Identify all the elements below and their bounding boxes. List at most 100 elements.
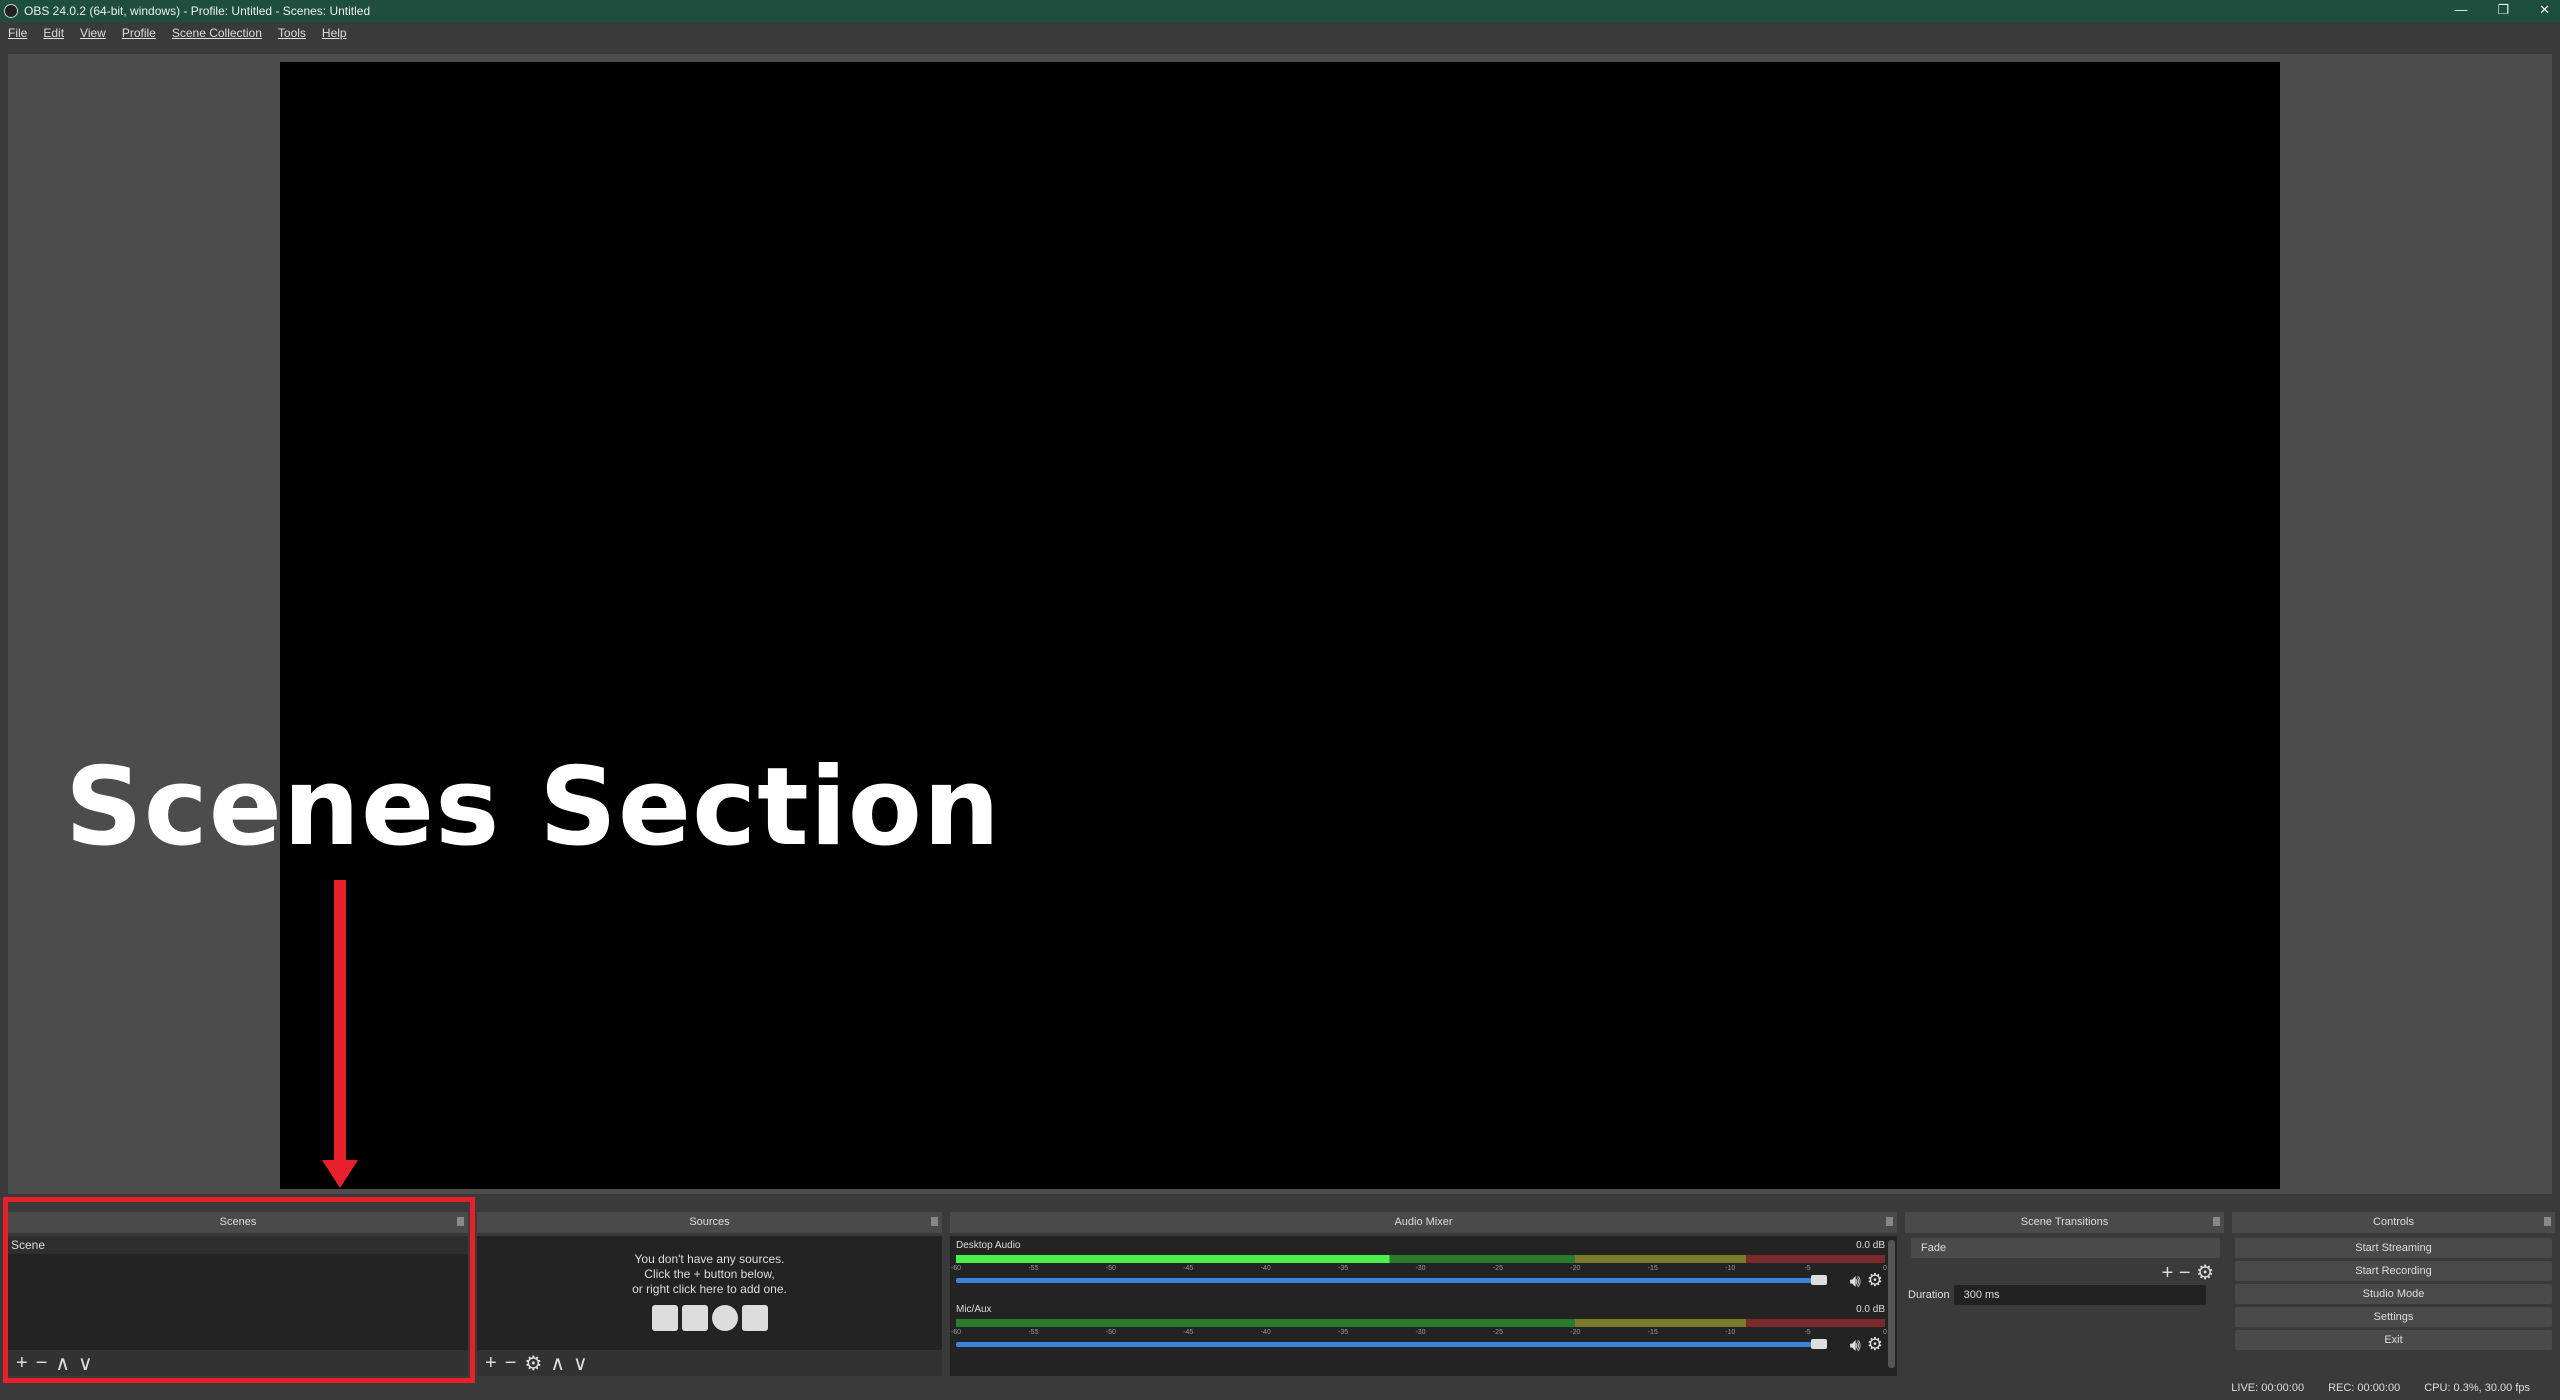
meter-segment xyxy=(956,1319,1576,1327)
sources-dock: Sources You don't have any sources. Clic… xyxy=(477,1212,942,1380)
controls-title: Controls xyxy=(2373,1216,2414,1228)
meter-tick-label: -35 xyxy=(1338,1265,1349,1272)
menu-scene-collection[interactable]: Scene Collection xyxy=(172,26,262,40)
menu-tools[interactable]: Tools xyxy=(278,26,306,40)
meter-ticks: -60 -55 -50 -45 -40 -35 -30 -25 -20 -15 -10 -5 0 xyxy=(951,1265,1887,1275)
speaker-icon[interactable]: 🔊︎ xyxy=(1850,1271,1861,1292)
volume-slider[interactable] xyxy=(956,1342,1825,1347)
start-recording-button[interactable]: Start Recording xyxy=(2235,1261,2552,1281)
annotation-highlight-box xyxy=(3,1197,475,1383)
controls-dock: Controls Start Streaming Start Recording… xyxy=(2232,1212,2555,1380)
menu-bar: File Edit View Profile Scene Collection … xyxy=(0,22,2560,44)
duration-label: Duration xyxy=(1908,1289,1950,1301)
add-transition-button[interactable]: + xyxy=(2162,1262,2174,1284)
level-meter xyxy=(956,1255,1885,1263)
meter-tick-label: -15 xyxy=(1647,1265,1658,1272)
meter-tick-label: -30 xyxy=(1415,1329,1426,1336)
sources-list[interactable]: You don't have any sources. Click the + … xyxy=(477,1236,942,1350)
meter-tick-label: -60 xyxy=(950,1265,962,1272)
restore-button[interactable]: ❐ xyxy=(2497,2,2509,18)
meter-tick-label: -5 xyxy=(1804,1329,1811,1336)
annotation-label: Scenes Section xyxy=(65,745,1001,870)
audio-mixer-dock: Audio Mixer Desktop Audio 0.0 dB -60 -55 -… xyxy=(950,1212,1897,1380)
float-icon[interactable] xyxy=(2544,1217,2551,1226)
transition-properties-button[interactable]: ⚙ xyxy=(2196,1262,2214,1284)
meter-tick-label: -25 xyxy=(1492,1329,1503,1336)
cpu-status: CPU: 0.3%, 30.00 fps xyxy=(2424,1382,2530,1394)
move-source-up-button[interactable]: ∧ xyxy=(550,1351,565,1376)
meter-tick-label: -40 xyxy=(1260,1265,1271,1272)
gear-icon[interactable]: ⚙ xyxy=(1867,1334,1883,1355)
meter-tick-label: -30 xyxy=(1415,1265,1426,1272)
live-status: LIVE: 00:00:00 xyxy=(2231,1382,2305,1394)
channel-name: Mic/Aux xyxy=(956,1304,992,1315)
meter-tick-label: -10 xyxy=(1725,1329,1736,1336)
meter-tick-label: -50 xyxy=(1105,1265,1116,1272)
studio-mode-button[interactable]: Studio Mode xyxy=(2235,1284,2552,1304)
meter-tick-label: -5 xyxy=(1804,1265,1811,1272)
transition-select[interactable]: Fade xyxy=(1911,1238,2220,1258)
speaker-icon[interactable]: 🔊︎ xyxy=(1850,1335,1861,1356)
close-button[interactable]: ✕ xyxy=(2539,2,2550,18)
meter-segment xyxy=(1575,1319,1746,1327)
meter-tick-label: -10 xyxy=(1725,1265,1736,1272)
source-properties-button[interactable]: ⚙ xyxy=(524,1351,542,1376)
camera-icon xyxy=(741,1305,768,1331)
channel-desktop-audio: Desktop Audio 0.0 dB -60 -55 -50 -45 -40 -35-… xyxy=(951,1240,1887,1300)
float-icon[interactable] xyxy=(1886,1217,1893,1226)
meter-tick-label: -20 xyxy=(1570,1265,1581,1272)
status-bar: LIVE: 00:00:00 REC: 00:00:00 CPU: 0.3%, … xyxy=(2231,1382,2530,1394)
scene-transitions-dock: Scene Transitions Fade + − ⚙ Duration 30… xyxy=(1905,1212,2224,1380)
meter-tick-label: -15 xyxy=(1647,1329,1658,1336)
volume-slider[interactable] xyxy=(956,1278,1825,1283)
meter-tick-label: -50 xyxy=(1105,1329,1116,1336)
scrollbar[interactable] xyxy=(1888,1240,1895,1368)
duration-input[interactable]: 300 ms xyxy=(1953,1285,2206,1305)
remove-source-button[interactable]: − xyxy=(505,1352,517,1375)
empty-text: Click the + button below, xyxy=(644,1267,775,1281)
meter-ticks: -60 -55 -50 -45 -40 -35 -30 -25 -20 -15 -10 -5 0 xyxy=(951,1329,1887,1339)
browser-icon xyxy=(711,1305,738,1331)
channel-name: Desktop Audio xyxy=(956,1240,1021,1251)
annotation-arrowhead xyxy=(322,1160,358,1188)
meter-tick-label: -40 xyxy=(1260,1329,1271,1336)
float-icon[interactable] xyxy=(2213,1217,2220,1226)
audio-mixer-title: Audio Mixer xyxy=(1394,1216,1453,1228)
scene-transitions-title: Scene Transitions xyxy=(2020,1216,2109,1228)
preview-canvas[interactable] xyxy=(280,62,2280,1189)
gear-icon[interactable]: ⚙ xyxy=(1867,1270,1883,1291)
obs-logo-icon xyxy=(4,4,18,18)
menu-profile[interactable]: Profile xyxy=(122,26,156,40)
meter-tick-label: -55 xyxy=(1028,1265,1039,1272)
meter-tick-label: -20 xyxy=(1570,1329,1581,1336)
meter-segment xyxy=(956,1255,1576,1263)
menu-view[interactable]: View xyxy=(80,26,106,40)
menu-help[interactable]: Help xyxy=(322,26,347,40)
move-source-down-button[interactable]: ∨ xyxy=(573,1351,588,1376)
remove-transition-button[interactable]: − xyxy=(2179,1262,2191,1284)
volume-slider-handle[interactable] xyxy=(1811,1275,1827,1285)
menu-file[interactable]: File xyxy=(8,26,27,40)
meter-tick-label: -25 xyxy=(1492,1265,1503,1272)
meter-segment xyxy=(1575,1255,1746,1263)
meter-tick-label: 0 xyxy=(1883,1329,1887,1336)
sources-title: Sources xyxy=(689,1216,730,1228)
float-icon[interactable] xyxy=(931,1217,938,1226)
meter-tick-label: -60 xyxy=(950,1329,962,1336)
meter-segment xyxy=(1745,1319,1885,1327)
title-bar: OBS 24.0.2 (64-bit, windows) - Profile: … xyxy=(0,0,2560,22)
add-source-button[interactable]: + xyxy=(485,1352,497,1375)
image-icon xyxy=(651,1305,678,1331)
channel-db: 0.0 dB xyxy=(1856,1240,1885,1251)
minimize-button[interactable]: — xyxy=(2454,2,2467,18)
annotation-arrow xyxy=(334,880,346,1165)
meter-tick-label: 0 xyxy=(1883,1265,1887,1272)
empty-text: You don't have any sources. xyxy=(634,1252,785,1266)
exit-button[interactable]: Exit xyxy=(2235,1330,2552,1350)
menu-edit[interactable]: Edit xyxy=(43,26,64,40)
level-meter xyxy=(956,1319,1885,1327)
start-streaming-button[interactable]: Start Streaming xyxy=(2235,1238,2552,1258)
meter-tick-label: -45 xyxy=(1183,1265,1194,1272)
volume-slider-handle[interactable] xyxy=(1811,1339,1827,1349)
settings-button[interactable]: Settings xyxy=(2235,1307,2552,1327)
